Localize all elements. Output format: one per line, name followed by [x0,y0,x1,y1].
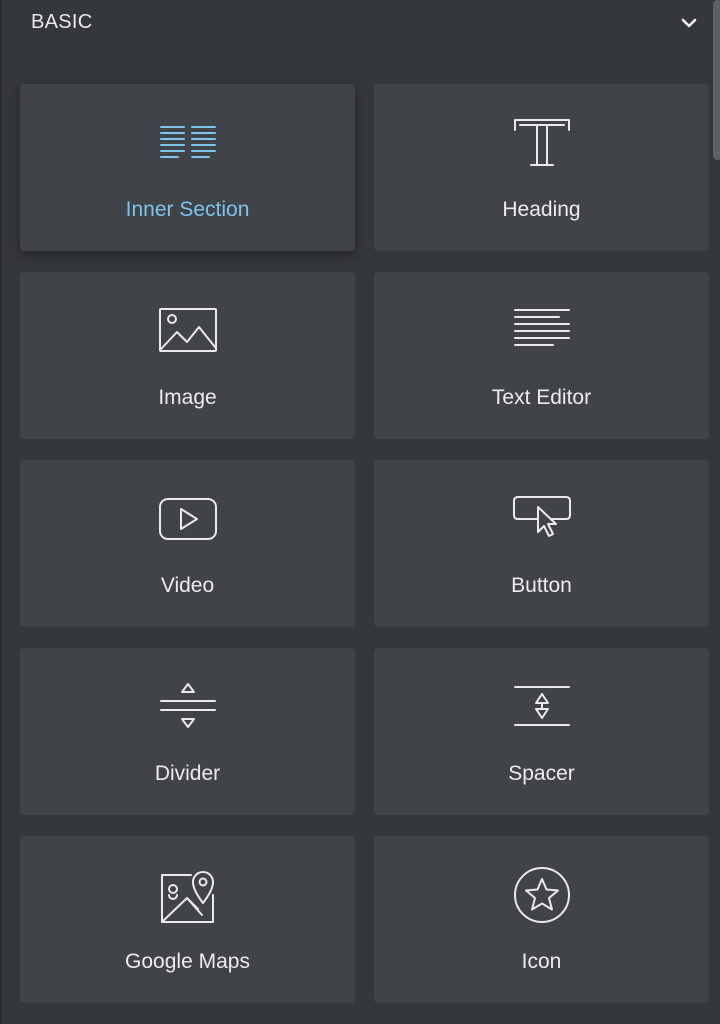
basic-section-header[interactable]: BASIC [2,0,714,46]
image-icon [153,296,223,366]
widget-heading[interactable]: Heading [374,84,709,251]
widget-divider[interactable]: Divider [20,648,355,815]
widgets-panel: BASIC Inner Section Heading Image Text E… [0,0,720,1024]
widget-google-maps[interactable]: Google Maps [20,836,355,1003]
widget-label: Spacer [508,762,575,785]
widget-label: Divider [154,762,221,785]
widget-inner-section[interactable]: Inner Section [20,84,355,251]
divider-icon [153,672,223,742]
widget-image[interactable]: Image [20,272,355,439]
widget-grid: Inner Section Heading Image Text Editor … [20,84,710,1003]
text-editor-icon [507,296,577,366]
heading-icon [507,108,577,178]
scrollbar-thumb[interactable] [713,0,720,160]
inner-section-icon [153,108,223,178]
video-icon [153,484,223,554]
chevron-down-icon[interactable] [678,12,700,34]
widget-label: Icon [521,950,562,973]
widget-icon-element[interactable]: Icon [374,836,709,1003]
widget-text-editor[interactable]: Text Editor [374,272,709,439]
widget-label: Heading [502,198,581,221]
widget-button[interactable]: Button [374,460,709,627]
spacer-icon [507,672,577,742]
widget-label: Text Editor [491,386,592,409]
widget-label: Button [511,574,572,597]
widget-label: Image [158,386,217,409]
star-icon [507,860,577,930]
widget-label: Inner Section [125,198,250,221]
widget-label: Google Maps [125,950,250,973]
widget-spacer[interactable]: Spacer [374,648,709,815]
google-maps-icon [153,860,223,930]
widget-video[interactable]: Video [20,460,355,627]
widget-label: Video [160,574,215,597]
section-title: BASIC [31,11,93,33]
button-icon [507,484,577,554]
